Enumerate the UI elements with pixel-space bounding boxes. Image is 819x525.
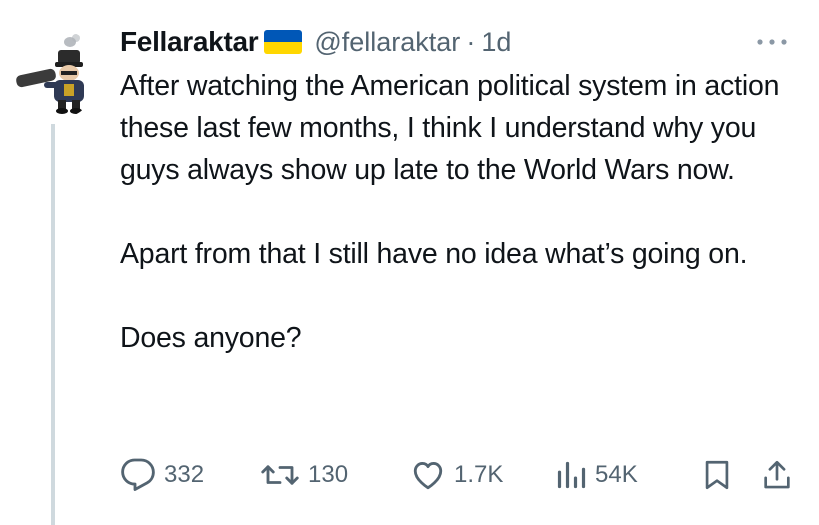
action-bar: 332 130 1.7K 54K xyxy=(0,455,819,495)
reply-count: 332 xyxy=(164,461,205,488)
handle[interactable]: @fellaraktar xyxy=(314,27,460,58)
avatar[interactable] xyxy=(8,28,100,120)
bookmark-icon xyxy=(700,457,734,493)
separator-dot: · xyxy=(466,26,476,57)
tweet-paragraph: Apart from that I still have no idea wha… xyxy=(120,238,748,270)
analytics-icon xyxy=(555,457,587,493)
reply-icon xyxy=(120,457,156,493)
retweet-icon xyxy=(260,457,300,493)
ukraine-flag-icon xyxy=(264,30,303,54)
like-button[interactable]: 1.7K xyxy=(410,455,503,495)
timestamp[interactable]: 1d xyxy=(481,27,511,58)
retweet-button[interactable]: 130 xyxy=(260,455,348,495)
like-count: 1.7K xyxy=(454,461,504,488)
display-name[interactable]: Fellaraktar xyxy=(120,26,259,58)
share-button[interactable] xyxy=(760,455,794,495)
views-button[interactable]: 54K xyxy=(555,455,638,495)
retweet-count: 130 xyxy=(308,461,349,488)
reply-button[interactable]: 332 xyxy=(120,455,204,495)
view-count: 54K xyxy=(595,461,638,488)
tweet-paragraph: After watching the American political sy… xyxy=(120,70,780,186)
more-options-icon[interactable] xyxy=(752,34,792,50)
share-icon xyxy=(760,457,794,493)
tweet-paragraph: Does anyone? xyxy=(120,322,302,354)
tweet[interactable]: Fellaraktar @fellaraktar · 1d After watc… xyxy=(0,0,819,525)
bookmark-button[interactable] xyxy=(700,455,734,495)
tweet-text: After watching the American political sy… xyxy=(120,65,810,359)
avatar-image xyxy=(8,28,100,120)
heart-icon xyxy=(410,457,446,493)
tweet-header: Fellaraktar @fellaraktar · 1d xyxy=(120,24,511,60)
